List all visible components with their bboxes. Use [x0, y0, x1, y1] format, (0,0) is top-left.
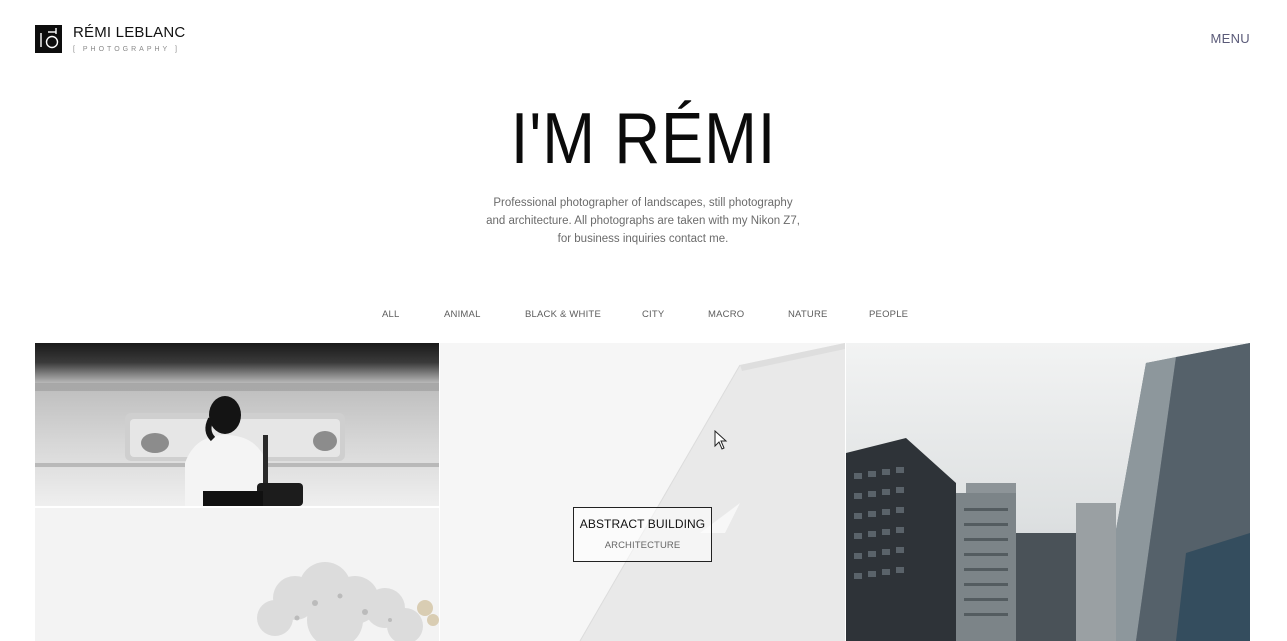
site-logo[interactable]: RÉMI LEBLANC [ PHOTOGRAPHY ]	[35, 25, 185, 55]
category-filters: ALL ANIMAL BLACK & WHITE CITY MACRO NATU…	[0, 309, 1287, 323]
caption-title: ABSTRACT BUILDING	[579, 517, 706, 531]
camera-logo-icon	[35, 25, 62, 53]
hero-title: I'M RÉMI	[510, 99, 777, 179]
filter-macro[interactable]: MACRO	[708, 309, 744, 320]
filter-animal[interactable]: ANIMAL	[444, 309, 481, 320]
logo-name: RÉMI LEBLANC	[73, 24, 186, 41]
menu-button[interactable]: MENU	[1211, 31, 1250, 46]
gallery-photo-subway[interactable]	[35, 343, 439, 506]
gallery-photo-skyscrapers[interactable]	[846, 343, 1250, 641]
filter-all[interactable]: ALL	[382, 309, 400, 320]
logo-subtitle: [ PHOTOGRAPHY ]	[73, 46, 180, 53]
hover-caption[interactable]: ABSTRACT BUILDING ARCHITECTURE	[573, 507, 712, 562]
filter-people[interactable]: PEOPLE	[869, 309, 908, 320]
filter-black-white[interactable]: BLACK & WHITE	[525, 309, 601, 320]
hero-description: Professional photographer of landscapes,…	[486, 197, 800, 245]
filter-city[interactable]: CITY	[642, 309, 664, 320]
gallery-photo-abstract-building[interactable]	[440, 343, 845, 641]
gallery-photo-winter-tree[interactable]	[35, 508, 439, 641]
caption-category: ARCHITECTURE	[604, 540, 681, 551]
filter-nature[interactable]: NATURE	[788, 309, 828, 320]
